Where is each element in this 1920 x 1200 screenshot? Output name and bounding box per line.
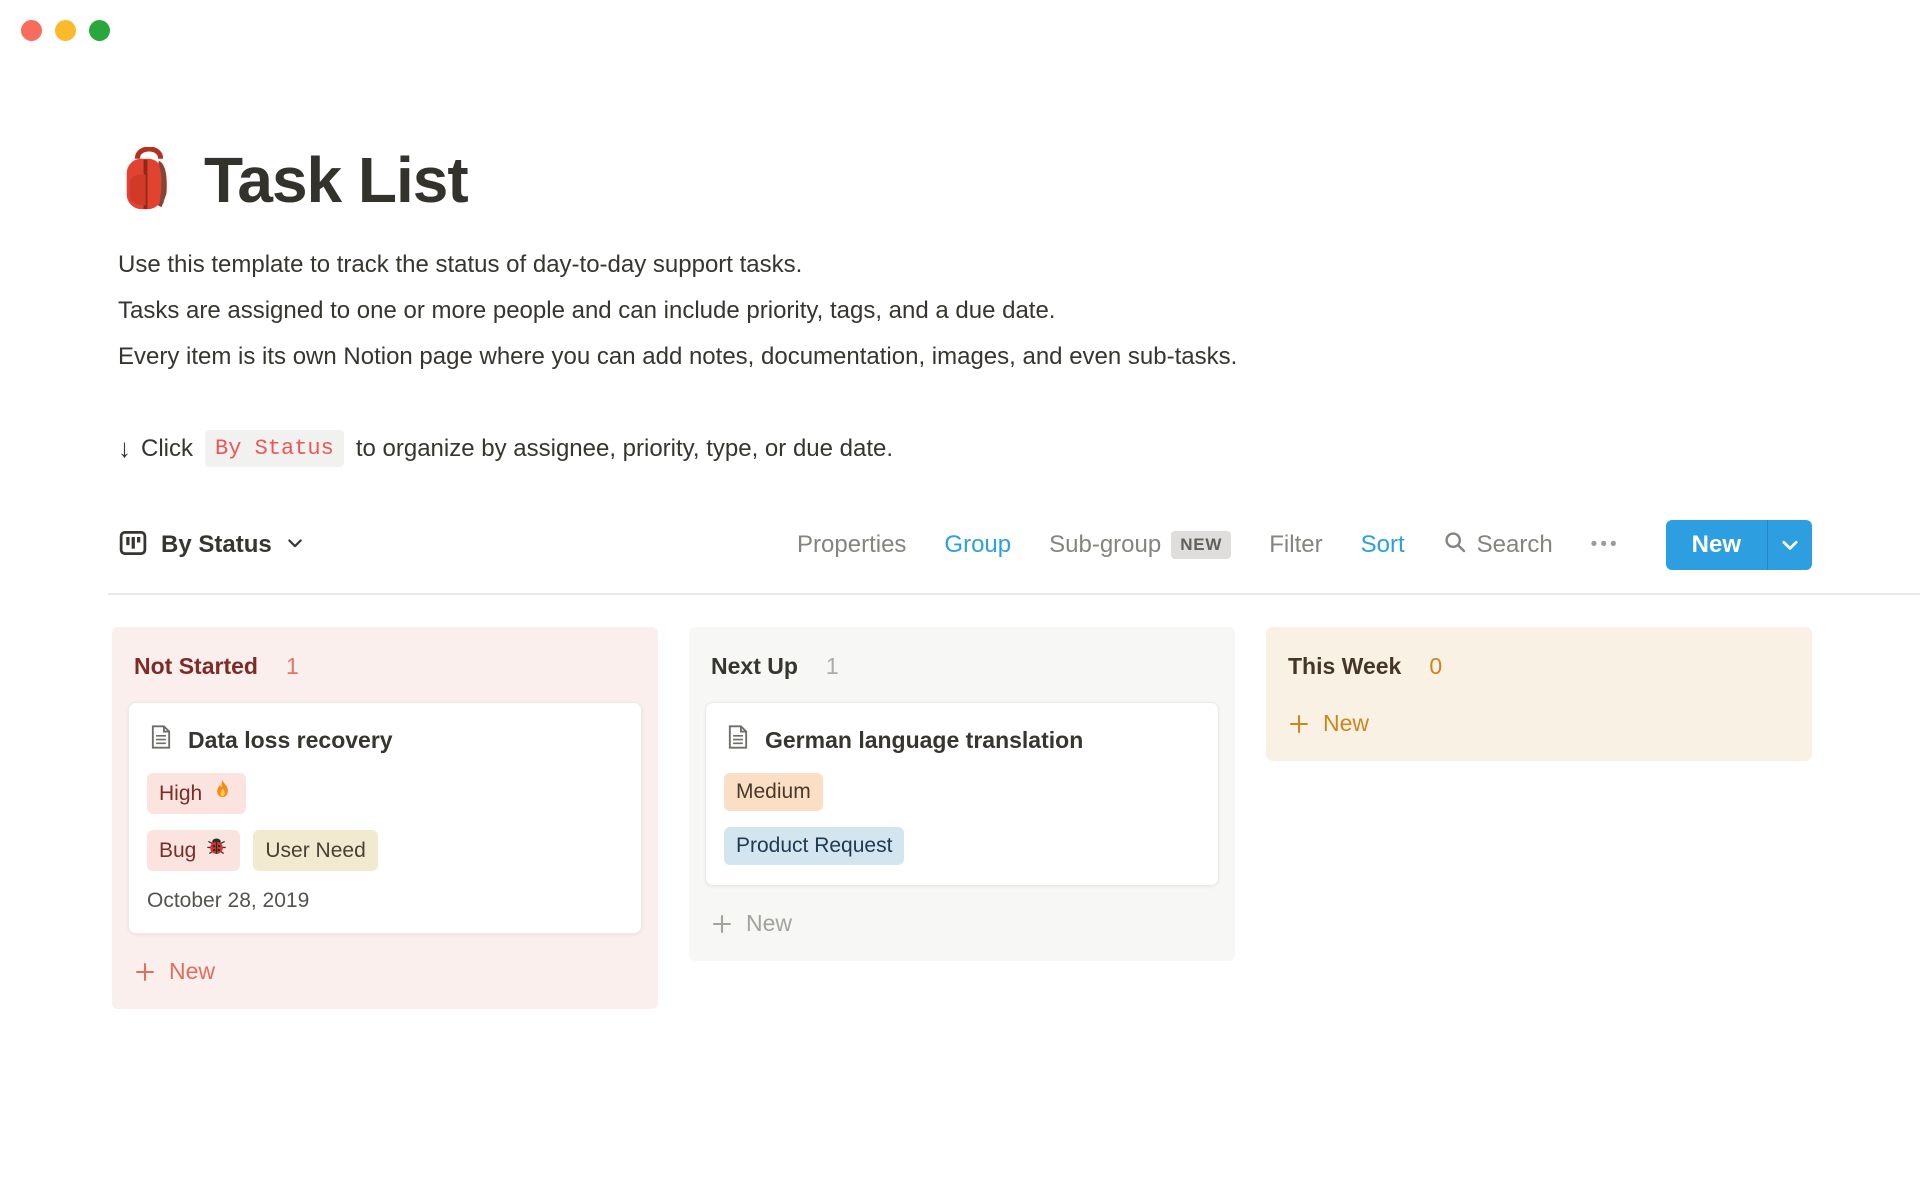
down-arrow-icon: ↓ — [118, 433, 131, 464]
subgroup-label: Sub-group — [1049, 531, 1161, 559]
page-icon — [724, 723, 752, 757]
page-content: Task List Use this template to track the… — [118, 142, 1812, 1009]
add-card-button-next-up[interactable]: New — [705, 902, 1219, 945]
chevron-down-icon — [285, 533, 305, 558]
sort-button[interactable]: Sort — [1361, 531, 1405, 559]
card-german-language-translation[interactable]: German language translation Medium Produ… — [705, 702, 1219, 886]
new-button[interactable]: New — [1666, 520, 1767, 570]
zoom-window-button[interactable] — [89, 20, 110, 41]
column-header: Not Started 1 — [128, 641, 642, 686]
callout-post-text: to organize by assignee, priority, type,… — [356, 435, 893, 463]
plus-icon — [711, 913, 733, 935]
tag-user-need: User Need — [253, 830, 377, 871]
page-description: Use this template to track the status of… — [118, 242, 1812, 380]
tag-label: Product Request — [736, 832, 892, 860]
tag-label: Medium — [736, 778, 811, 806]
add-card-button-this-week[interactable]: New — [1282, 702, 1796, 745]
search-icon — [1443, 530, 1467, 561]
group-button[interactable]: Group — [944, 531, 1011, 559]
column-not-started: Not Started 1 Data loss recovery — [112, 627, 658, 1009]
card-data-loss-recovery[interactable]: Data loss recovery High — [128, 702, 642, 934]
description-line: Every item is its own Notion page where … — [118, 334, 1812, 380]
column-count: 1 — [286, 653, 299, 680]
by-status-code-pill: By Status — [205, 430, 344, 467]
window-controls — [21, 20, 110, 41]
column-count: 1 — [826, 653, 839, 680]
page-title-row: Task List — [118, 142, 1812, 218]
card-title-text: German language translation — [765, 727, 1083, 754]
description-line: Tasks are assigned to one or more people… — [118, 288, 1812, 334]
properties-button[interactable]: Properties — [797, 531, 906, 559]
new-button-dropdown[interactable] — [1767, 520, 1812, 570]
tag-label: High — [159, 780, 202, 808]
column-header: Next Up 1 — [705, 641, 1219, 686]
search-label: Search — [1477, 531, 1553, 559]
new-feature-badge: NEW — [1171, 531, 1231, 559]
tag-medium-priority: Medium — [724, 773, 823, 811]
more-options-button[interactable]: ••• — [1591, 534, 1620, 556]
ladybug-emoji-icon — [205, 835, 228, 866]
page-icon — [147, 723, 175, 757]
tag-label: Bug — [159, 837, 196, 865]
add-card-label: New — [169, 958, 215, 985]
card-due-date: October 28, 2019 — [147, 889, 623, 913]
fire-emoji-icon — [211, 778, 234, 809]
search-button[interactable]: Search — [1443, 530, 1553, 561]
column-title: Next Up — [711, 653, 798, 680]
column-title: This Week — [1288, 653, 1401, 680]
add-card-button-not-started[interactable]: New — [128, 950, 642, 993]
filter-button[interactable]: Filter — [1269, 531, 1322, 559]
column-count: 0 — [1429, 653, 1442, 680]
tag-high-priority: High — [147, 773, 246, 814]
callout-pre-text: Click — [141, 435, 193, 463]
close-window-button[interactable] — [21, 20, 42, 41]
view-toolbar: By Status Properties Group Sub-group NEW… — [118, 519, 1812, 571]
tag-label: User Need — [265, 837, 365, 865]
column-this-week: This Week 0 New — [1266, 627, 1812, 761]
new-button-group: New — [1666, 520, 1812, 570]
toolbar-divider — [108, 593, 1920, 595]
view-switcher[interactable]: By Status — [118, 528, 305, 563]
subgroup-button[interactable]: Sub-group NEW — [1049, 531, 1231, 559]
board-view-icon — [118, 528, 148, 563]
card-title-text: Data loss recovery — [188, 727, 393, 754]
column-next-up: Next Up 1 German language translation — [689, 627, 1235, 961]
view-label: By Status — [161, 531, 272, 559]
add-card-label: New — [746, 910, 792, 937]
kanban-board: Not Started 1 Data loss recovery — [112, 627, 1812, 1009]
tag-bug: Bug — [147, 830, 240, 871]
toolbar-controls: Properties Group Sub-group NEW Filter So… — [797, 520, 1812, 570]
backpack-emoji-icon[interactable] — [118, 147, 180, 213]
notion-window: Task List Use this template to track the… — [0, 0, 1920, 1200]
description-line: Use this template to track the status of… — [118, 242, 1812, 288]
plus-icon — [1288, 713, 1310, 735]
callout-line: ↓ Click By Status to organize by assigne… — [118, 430, 1812, 467]
column-title: Not Started — [134, 653, 258, 680]
column-header: This Week 0 — [1282, 641, 1796, 686]
page-title: Task List — [204, 142, 468, 218]
plus-icon — [134, 961, 156, 983]
add-card-label: New — [1323, 710, 1369, 737]
tag-product-request: Product Request — [724, 827, 904, 865]
minimize-window-button[interactable] — [55, 20, 76, 41]
